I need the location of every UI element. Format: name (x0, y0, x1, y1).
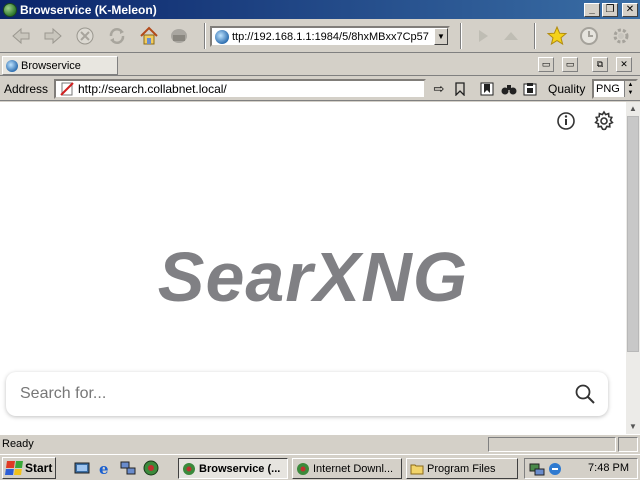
up-icon[interactable] (500, 25, 522, 47)
bookmark-star-icon[interactable] (546, 25, 568, 47)
toolbar-separator (460, 23, 462, 49)
address-url[interactable]: http://search.collabnet.local/ (78, 82, 227, 96)
url-combo-value[interactable]: ttp://192.168.1.1:1984/5/8hxMBxx7Cp57 (232, 31, 434, 43)
close-tab-icon[interactable]: ✕ (616, 57, 632, 72)
url-combo-box[interactable]: ttp://192.168.1.1:1984/5/8hxMBxx7Cp57 ▼ (210, 26, 450, 47)
reload-icon[interactable] (106, 25, 128, 47)
network-tray-icon[interactable] (529, 461, 545, 477)
svg-text:e: e (99, 460, 109, 476)
task-label: Internet Downl... (313, 462, 394, 475)
stop-icon[interactable] (74, 25, 96, 47)
start-label: Start (25, 461, 53, 475)
close-button[interactable]: ✕ (622, 2, 638, 17)
address-input[interactable]: http://search.collabnet.local/ (54, 79, 426, 99)
forward-icon[interactable] (42, 25, 64, 47)
task-browservice[interactable]: Browservice (... (178, 458, 288, 479)
task-label: Program Files (427, 462, 496, 475)
maximize-button[interactable]: ❐ (602, 2, 618, 17)
tab-browservice[interactable]: Browservice (2, 56, 118, 75)
status-security-pane (618, 437, 638, 452)
window-title: Browservice (K-Meleon) (20, 2, 157, 17)
windows-logo-icon (5, 461, 23, 475)
tab-label: Browservice (21, 59, 81, 72)
go-icon[interactable] (472, 25, 494, 47)
bookmark-icon[interactable] (451, 80, 469, 98)
task-label: Browservice (... (199, 462, 281, 475)
folder-icon (410, 462, 424, 476)
status-bar: Ready (0, 434, 640, 453)
settings-gear-icon[interactable] (610, 25, 632, 47)
home-icon[interactable] (138, 25, 160, 47)
scrollbar-thumb[interactable] (627, 116, 639, 352)
task-internet-download[interactable]: Internet Downl... (292, 458, 402, 479)
clipboard-icon[interactable] (521, 80, 539, 98)
print-icon[interactable] (168, 25, 190, 47)
search-box (6, 372, 608, 416)
globe-icon (215, 29, 229, 44)
k-meleon-quicklaunch-icon[interactable] (143, 460, 159, 476)
k-meleon-icon (296, 462, 310, 476)
search-icon[interactable] (574, 383, 596, 405)
task-program-files[interactable]: Program Files (406, 458, 518, 479)
go-arrow-icon[interactable]: ⇨ (430, 80, 448, 98)
show-desktop-icon[interactable] (74, 460, 90, 476)
find-binoculars-icon[interactable] (500, 80, 518, 98)
k-meleon-icon (182, 462, 196, 476)
internet-explorer-icon[interactable]: e (97, 460, 113, 478)
toolbar-separator (534, 23, 536, 49)
search-input[interactable] (20, 380, 560, 408)
taskbar: Start e Browservice (... Internet Downl.… (0, 454, 640, 480)
system-tray: 7:48 PM (524, 458, 638, 479)
minimize-button[interactable]: _ (584, 2, 600, 17)
globe-icon (6, 59, 18, 72)
info-icon[interactable] (555, 110, 577, 132)
page-bookmark-icon[interactable] (478, 80, 496, 98)
k-meleon-icon[interactable] (3, 2, 17, 17)
vertical-scrollbar[interactable]: ▲ ▼ (626, 102, 640, 434)
navigation-toolbar: ttp://192.168.1.1:1984/5/8hxMBxx7Cp57 ▼ (0, 19, 640, 53)
volume-tray-icon[interactable] (547, 461, 563, 477)
quality-value: PNG (596, 83, 620, 95)
new-tab-icon[interactable]: ⧉ (592, 57, 608, 72)
toolbar-separator (204, 23, 206, 49)
chevron-down-icon[interactable]: ▼ (434, 28, 448, 45)
searxng-logo: SearXNG (157, 238, 469, 316)
title-bar: Browservice (K-Meleon) _ ❐ ✕ (0, 0, 640, 19)
scroll-up-icon[interactable]: ▲ (626, 102, 640, 116)
insecure-page-icon (60, 82, 74, 96)
spinner-arrows-icon[interactable]: ▲ ▼ (624, 81, 636, 97)
start-button[interactable]: Start (2, 457, 56, 479)
tab-bar: Browservice ▭ ▭ ⧉ ✕ (0, 54, 640, 76)
status-text: Ready (2, 438, 34, 450)
tab-restore-icon[interactable]: ▭ (538, 57, 554, 72)
scroll-down-icon[interactable]: ▼ (626, 420, 640, 434)
quality-label: Quality (548, 82, 586, 96)
history-icon[interactable] (578, 25, 600, 47)
address-bar: Address http://search.collabnet.local/ ⇨… (0, 77, 640, 101)
back-icon[interactable] (10, 25, 32, 47)
network-icon[interactable] (120, 460, 136, 476)
tab-minimize-icon[interactable]: ▭ (562, 57, 578, 72)
web-page: SearXNG (0, 102, 626, 434)
quality-select[interactable]: PNG ▲ ▼ (592, 79, 638, 99)
status-progress-pane (488, 437, 616, 452)
settings-icon[interactable] (593, 110, 615, 132)
clock: 7:48 PM (588, 462, 629, 474)
address-label: Address (4, 82, 49, 96)
